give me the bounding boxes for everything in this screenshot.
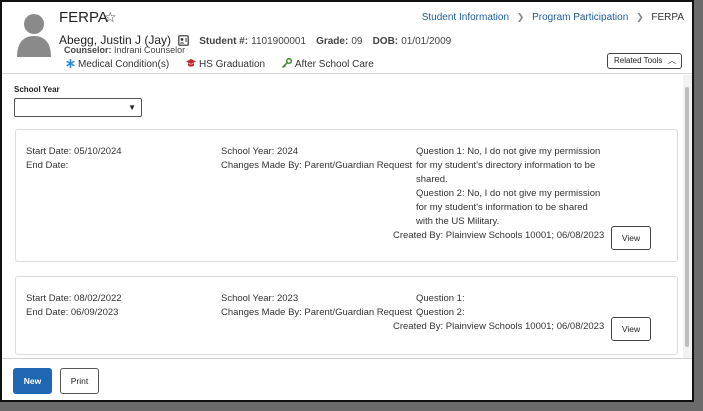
dropdown-caret-icon: ▼ [128,103,136,112]
dob-label: DOB: [372,36,399,47]
key-icon [282,57,292,68]
graduation-cap-icon [185,59,196,67]
dob-value: 01/01/2009 [401,36,452,47]
flag-hs-graduation[interactable]: HS Graduation [185,58,266,70]
changes-made-by: Changes Made By: Parent/Guardian Request [221,160,413,171]
grade-value: 09 [351,36,363,47]
view-button[interactable]: View [611,317,651,341]
asterisk-icon [66,58,75,69]
school-year: School Year: 2024 [221,146,299,157]
breadcrumb: Student Information ❯ Program Participat… [422,12,684,23]
app-window: FERPA ☆ Abegg, Justin J (Jay) Student #:… [0,0,694,402]
breadcrumb-current: FERPA [651,12,684,23]
breadcrumb-program-participation[interactable]: Program Participation [532,12,628,23]
related-tools-button[interactable]: Related Tools ︿ [607,53,682,69]
student-avatar-icon [17,14,51,57]
action-bar: New Print [2,358,692,400]
student-header: FERPA ☆ Abegg, Justin J (Jay) Student #:… [2,2,692,74]
question-1-line: Question 1: No, I do not give my permiss… [416,146,601,157]
flag-label: HS Graduation [198,59,266,70]
flag-label: After School Care [294,59,374,70]
student-flags: Medical Condition(s) HS Graduation After… [66,57,388,70]
print-button[interactable]: Print [60,368,99,394]
new-button[interactable]: New [13,368,52,394]
counselor-line: Counselor: Indrani Counselor [64,45,185,55]
school-year: School Year: 2023 [221,293,299,304]
question-2-line: Question 2: No, I do not give my permiss… [416,188,601,199]
changes-made-by: Changes Made By: Parent/Guardian Request [221,307,413,318]
school-year-select[interactable]: ▼ [14,98,142,117]
start-date: Start Date: 08/02/2022 [26,293,122,304]
student-number: 1101900001 [251,36,307,47]
question-2-line: with the US Military. [416,216,500,227]
related-tools-label: Related Tools [614,56,663,65]
end-date: End Date: 06/09/2023 [26,307,119,318]
school-year-label: School Year [14,85,60,94]
flag-label: Medical Condition(s) [78,59,170,70]
view-button[interactable]: View [611,226,651,250]
flag-medical-condition[interactable]: Medical Condition(s) [66,58,170,70]
counselor-label: Counselor: [64,45,112,55]
ferpa-record-card: Start Date: 08/02/2022 End Date: 06/09/2… [15,276,678,355]
breadcrumb-student-information[interactable]: Student Information [422,12,509,23]
page-title: FERPA [59,9,108,26]
chevron-right-icon: ❯ [636,12,644,22]
favorite-star-icon[interactable]: ☆ [104,9,117,26]
question-2-line: Question 2: [416,307,465,318]
main-content: School Year ▼ Start Date: 05/10/2024 End… [2,75,683,358]
start-date: Start Date: 05/10/2024 [26,146,122,157]
question-2-line: for my student's information to be share… [416,202,588,213]
question-1-line: for my student's directory information t… [416,160,596,171]
grade-label: Grade: [316,36,349,47]
question-1-line: shared. [416,174,448,185]
ferpa-record-card: Start Date: 05/10/2024 End Date: School … [15,129,678,262]
chevron-up-icon: ︿ [668,56,676,65]
created-by: Created By: Plainview Schools 10001; 06/… [393,321,605,332]
student-number-label: Student #: [199,36,249,47]
end-date: End Date: [26,160,69,171]
counselor-name: Indrani Counselor [114,45,186,55]
chevron-right-icon: ❯ [516,12,525,22]
scrollbar-thumb[interactable] [685,87,689,347]
created-by: Created By: Plainview Schools 10001; 06/… [393,230,605,241]
flag-after-school-care[interactable]: After School Care [282,57,374,70]
question-1-line: Question 1: [416,293,465,304]
